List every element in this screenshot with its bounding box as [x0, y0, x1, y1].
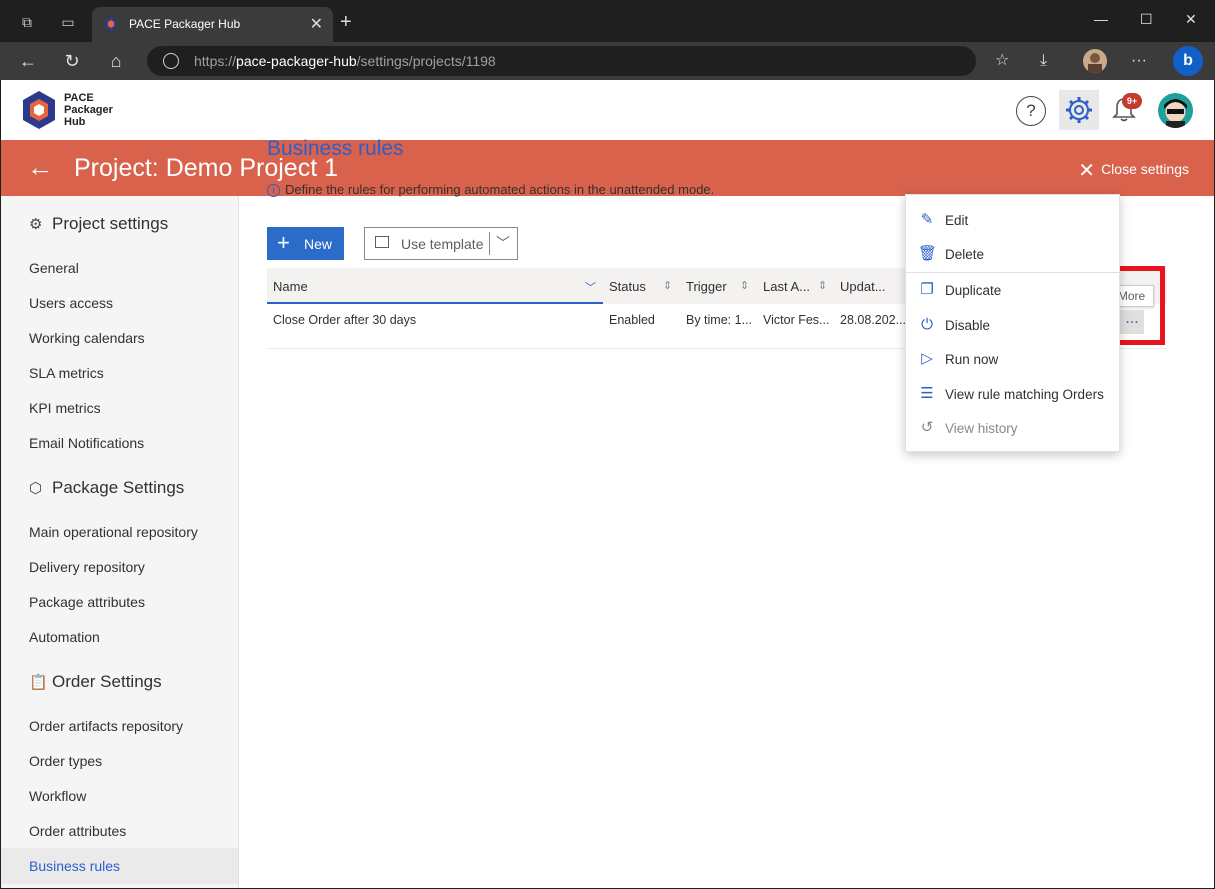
menu-item-delete[interactable]: 🗑 Delete: [906, 237, 1121, 271]
history-icon: ↺: [920, 419, 934, 436]
sidebar-item-order-artifacts-repository[interactable]: Order artifacts repository: [29, 718, 183, 734]
sort-desc-icon[interactable]: ﹀: [585, 279, 596, 295]
row-context-menu: ✎ Edit 🗑 Delete ❐ Duplicate ⏻ Disable ▷ Run n…: [905, 194, 1121, 452]
delete-icon: 🗑: [918, 245, 938, 262]
sidebar-item-sla-metrics[interactable]: SLA metrics: [29, 365, 104, 381]
info-icon: i: [267, 184, 280, 197]
menu-item-disable[interactable]: ⏻ Disable: [906, 308, 1121, 342]
notification-badge: 9+: [1122, 93, 1142, 109]
refresh-icon[interactable]: ↻: [62, 51, 82, 71]
settings-sidebar: ⚙ Project settings General Users access W…: [1, 196, 239, 888]
sidebar-item-working-calendars[interactable]: Working calendars: [29, 330, 145, 346]
power-icon: ⏻: [921, 316, 933, 333]
logo-text: PACE Packager Hub: [64, 92, 113, 128]
pace-logo-icon[interactable]: [21, 90, 57, 130]
section-order-settings: 📋 Order Settings: [29, 672, 162, 691]
menu-item-view-rule-matching-orders[interactable]: ☰ View rule matching Orders: [906, 377, 1121, 411]
sidebar-item-delivery-repository[interactable]: Delivery repository: [29, 559, 145, 575]
profile-avatar[interactable]: [1083, 49, 1107, 73]
close-icon: ✕: [1078, 160, 1096, 182]
gear-icon: ⚙: [29, 216, 43, 233]
app-favicon-icon: [105, 17, 117, 31]
column-header-updated[interactable]: Updat...: [840, 279, 886, 294]
menu-item-duplicate[interactable]: ❐ Duplicate: [906, 273, 1121, 307]
browser-toolbar: ← ↻ ⌂ https://pace-packager-hub/settings…: [0, 42, 1215, 80]
section-package-settings: ⬡ Package Settings: [29, 478, 185, 497]
cell-updated: 28.08.202...: [840, 313, 907, 327]
sidebar-item-automation[interactable]: Automation: [29, 629, 100, 645]
section-title: Business rules: [267, 137, 404, 160]
globe-icon: [163, 53, 179, 69]
favorites-icon[interactable]: ☆: [995, 51, 1009, 71]
sidebar-item-kpi-metrics[interactable]: KPI metrics: [29, 400, 101, 416]
tab-actions-icon[interactable]: ▭: [60, 14, 76, 30]
chevron-down-icon[interactable]: ﹀: [496, 233, 510, 253]
sidebar-item-workflow[interactable]: Workflow: [29, 788, 86, 804]
play-icon: ▷: [921, 350, 933, 367]
package-icon: ⬡: [29, 480, 43, 497]
list-icon: ☰: [920, 385, 934, 402]
edit-icon: ✎: [920, 211, 934, 228]
duplicate-icon: ❐: [920, 281, 934, 298]
section-project-settings: ⚙ Project settings: [29, 214, 169, 233]
url-text: https://pace-packager-hub/settings/proje…: [194, 53, 496, 69]
address-bar[interactable]: https://pace-packager-hub/settings/proje…: [147, 46, 976, 76]
settings-button[interactable]: [1059, 90, 1099, 130]
sidebar-item-main-operational-repository[interactable]: Main operational repository: [29, 524, 198, 540]
split-divider: [489, 232, 490, 255]
new-rule-button[interactable]: + New: [267, 227, 344, 260]
column-header-trigger[interactable]: Trigger: [686, 279, 727, 294]
template-icon: [375, 236, 389, 248]
sidebar-item-package-attributes[interactable]: Package attributes: [29, 594, 145, 610]
sidebar-item-business-rules[interactable]: Business rules: [29, 858, 120, 874]
clipboard-icon: 📋: [29, 674, 48, 691]
tab-title: PACE Packager Hub: [129, 17, 241, 31]
cell-name: Close Order after 30 days: [273, 313, 417, 327]
column-header-status[interactable]: Status: [609, 279, 646, 294]
close-settings-button[interactable]: ✕ Close settings: [1078, 158, 1189, 183]
cell-trigger: By time: 1...: [686, 313, 752, 327]
user-avatar[interactable]: [1158, 93, 1193, 128]
help-button[interactable]: ?: [1016, 96, 1046, 126]
column-header-name[interactable]: Name: [273, 279, 308, 294]
gear-icon: [1066, 97, 1092, 123]
downloads-icon[interactable]: ⤓: [1040, 51, 1047, 71]
sidebar-item-order-attributes[interactable]: Order attributes: [29, 823, 126, 839]
sidebar-item-order-types[interactable]: Order types: [29, 753, 102, 769]
browser-tab[interactable]: PACE Packager Hub ✕: [92, 7, 333, 42]
app-header: PACE Packager Hub ? 9+: [1, 80, 1214, 140]
window-close-icon[interactable]: ✕: [1185, 11, 1197, 28]
minimize-icon[interactable]: —: [1094, 11, 1108, 27]
sorted-column-indicator: [267, 302, 603, 304]
sort-icon[interactable]: ⇕: [818, 279, 827, 292]
back-arrow-icon[interactable]: ←: [27, 154, 53, 180]
sort-icon[interactable]: ⇕: [740, 279, 749, 292]
sidebar-item-users-access[interactable]: Users access: [29, 295, 113, 311]
tab-close-icon[interactable]: ✕: [310, 14, 323, 34]
back-icon[interactable]: ←: [18, 51, 38, 71]
column-header-last-author[interactable]: Last A...: [763, 279, 810, 294]
plus-icon: +: [277, 230, 290, 255]
sort-icon[interactable]: ⇕: [663, 279, 672, 292]
info-text: i Define the rules for performing automat…: [267, 182, 714, 197]
browser-titlebar: ⧉ ▭ PACE Packager Hub ✕ + — ☐ ✕: [0, 0, 1215, 42]
sidebar-item-email-notifications[interactable]: Email Notifications: [29, 435, 144, 451]
menu-item-edit[interactable]: ✎ Edit: [906, 203, 1121, 237]
copilot-icon[interactable]: b: [1173, 46, 1203, 76]
cell-last-author: Victor Fes...: [763, 313, 830, 327]
more-menu-icon[interactable]: ···: [1131, 51, 1147, 71]
menu-item-run-now[interactable]: ▷ Run now: [906, 342, 1121, 376]
workspaces-icon[interactable]: ⧉: [19, 14, 35, 30]
sidebar-item-general[interactable]: General: [29, 260, 79, 276]
cell-status: Enabled: [609, 313, 655, 327]
maximize-icon[interactable]: ☐: [1140, 11, 1153, 28]
new-tab-icon[interactable]: +: [340, 12, 352, 32]
menu-item-view-history: ↺ View history: [906, 411, 1121, 445]
home-icon[interactable]: ⌂: [106, 51, 126, 71]
use-template-button[interactable]: Use template ﹀: [364, 227, 518, 260]
